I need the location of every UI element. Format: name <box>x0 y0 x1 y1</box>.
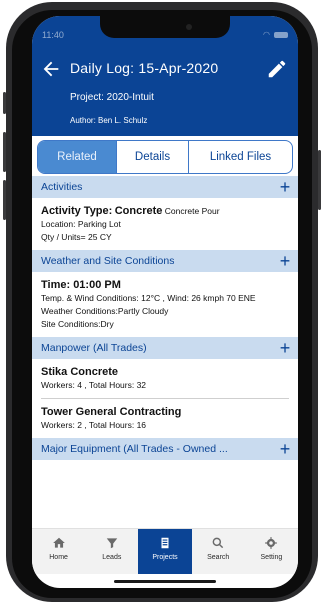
filter-icon <box>106 538 118 549</box>
status-time: 11:40 <box>42 30 64 40</box>
section-title: Weather and Site Conditions <box>41 255 175 267</box>
manpower-detail: Workers: 2 , Total Hours: 16 <box>41 420 147 430</box>
add-weather-icon[interactable]: + <box>278 252 292 270</box>
phone-side-button-left-1 <box>3 92 6 114</box>
segmented-tabs: Related Details Linked Files <box>37 140 293 174</box>
phone-side-button-right <box>318 150 321 210</box>
site-conditions: Site Conditions:Dry <box>41 319 114 329</box>
section-header-activities[interactable]: Activities + <box>32 176 298 198</box>
activity-type-detail: Concrete Pour <box>164 206 220 216</box>
tabbar-projects[interactable]: Projects <box>138 529 192 574</box>
status-icons: ◠ <box>263 30 288 39</box>
home-indicator[interactable] <box>114 580 216 583</box>
tabbar-setting[interactable]: Setting <box>245 529 298 574</box>
manpower-detail: Workers: 4 , Total Hours: 32 <box>41 380 147 390</box>
wifi-icon: ◠ <box>263 30 270 39</box>
tabbar-leads[interactable]: Leads <box>85 529 138 574</box>
camera-dot <box>186 24 192 30</box>
gear-icon <box>265 537 278 549</box>
manpower-name: Tower General Contracting <box>41 406 182 418</box>
tab-label: Leads <box>102 554 122 561</box>
activity-type-label: Activity Type: <box>41 205 113 217</box>
search-icon <box>212 537 224 549</box>
weather-conditions: Weather Conditions:Partly Cloudy <box>41 306 169 316</box>
activity-qty: Qty / Units= 25 CY <box>41 232 112 242</box>
add-equipment-icon[interactable]: + <box>278 440 292 458</box>
section-header-weather[interactable]: Weather and Site Conditions + <box>32 250 298 272</box>
weather-temp-wind: Temp. & Wind Conditions: 12°C , Wind: 26… <box>41 293 256 303</box>
phone-side-button-left-2 <box>3 132 6 172</box>
tab-label: Setting <box>260 554 283 561</box>
tab-related[interactable]: Related <box>38 141 116 173</box>
phone-side-button-left-3 <box>3 180 6 220</box>
back-arrow-icon[interactable] <box>40 58 62 80</box>
section-title: Major Equipment (All Trades - Owned ... <box>41 443 228 455</box>
page-title: Daily Log: 15-Apr-2020 <box>70 60 219 76</box>
home-icon <box>52 537 65 548</box>
tab-details[interactable]: Details <box>116 141 188 173</box>
weather-entry[interactable]: Time: 01:00 PM Temp. & Wind Conditions: … <box>32 272 298 337</box>
weather-time: Time: 01:00 PM <box>41 279 121 291</box>
manpower-entry[interactable]: Stika Concrete Workers: 4 , Total Hours:… <box>32 359 298 398</box>
manpower-entry[interactable]: Tower General Contracting Workers: 2 , T… <box>32 399 298 438</box>
activity-entry[interactable]: Activity Type: Concrete Concrete Pour Lo… <box>32 198 298 250</box>
section-header-manpower[interactable]: Manpower (All Trades) + <box>32 337 298 359</box>
edit-pencil-icon[interactable] <box>266 58 288 80</box>
tab-label: Projects <box>152 554 178 561</box>
app-screen: 11:40 ◠ Daily Log: 15-Apr-2020 Project: … <box>32 16 298 588</box>
app-header: 11:40 ◠ Daily Log: 15-Apr-2020 Project: … <box>32 16 298 136</box>
manpower-name: Stika Concrete <box>41 366 119 378</box>
phone-notch <box>100 16 230 38</box>
add-activity-icon[interactable]: + <box>278 178 292 196</box>
tabbar-home[interactable]: Home <box>32 529 85 574</box>
projects-icon <box>161 537 169 549</box>
tab-label: Home <box>49 554 68 561</box>
author-label: Author: Ben L. Schulz <box>70 116 148 125</box>
activity-type-value: Concrete <box>114 205 163 217</box>
section-title: Manpower (All Trades) <box>41 342 147 354</box>
tabbar-search[interactable]: Search <box>192 529 245 574</box>
tab-linked-files[interactable]: Linked Files <box>188 141 292 173</box>
section-header-equipment[interactable]: Major Equipment (All Trades - Owned ... … <box>32 438 298 460</box>
battery-icon <box>274 31 288 38</box>
add-manpower-icon[interactable]: + <box>278 339 292 357</box>
tab-label: Search <box>207 554 230 561</box>
project-label: Project: 2020-Intuit <box>70 92 154 103</box>
activity-type-line: Activity Type: Concrete Concrete Pour <box>41 205 289 218</box>
related-content[interactable]: Activities + Activity Type: Concrete Con… <box>32 176 298 528</box>
activity-location: Location: Parking Lot <box>41 219 121 229</box>
bottom-tab-bar: Home Leads Projects Search Setting <box>32 528 298 574</box>
section-title: Activities <box>41 181 83 193</box>
